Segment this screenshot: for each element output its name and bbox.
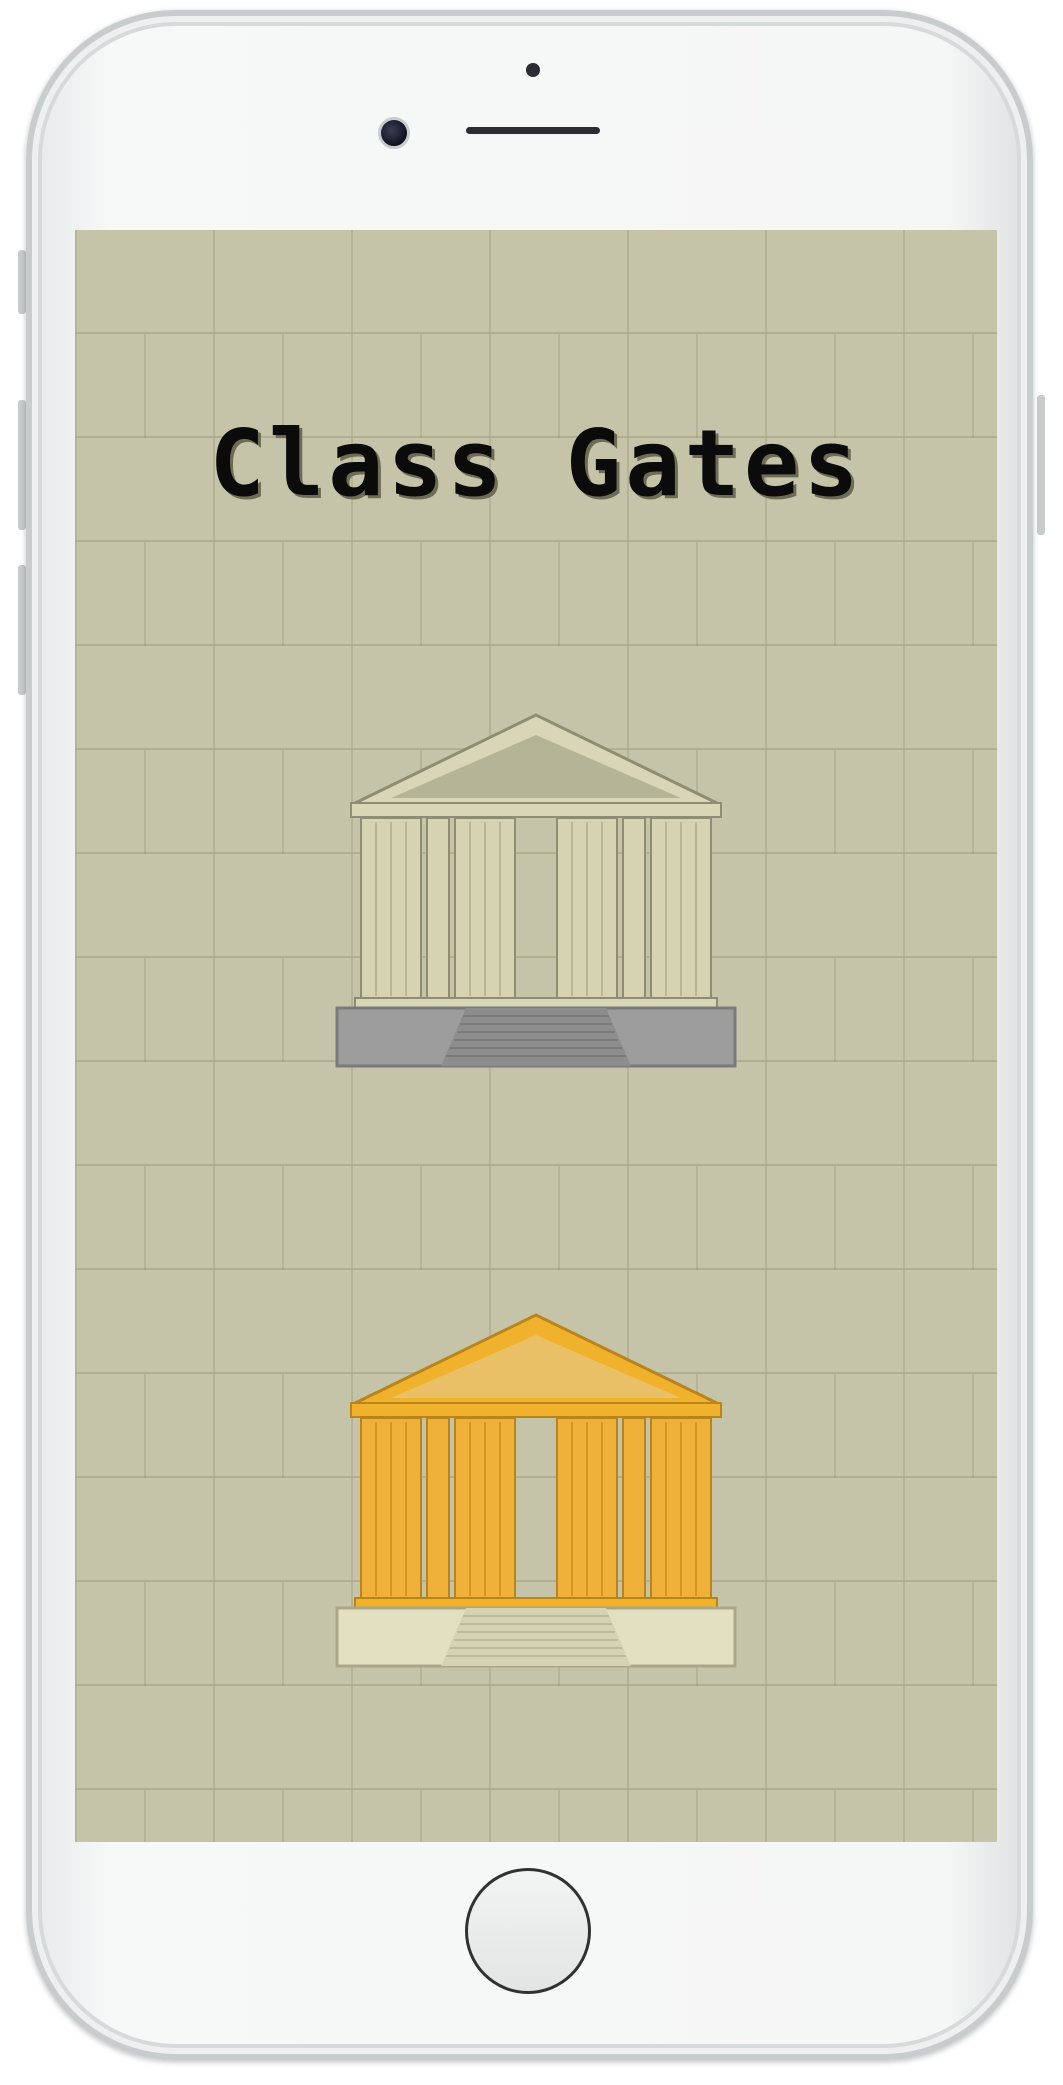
earpiece-speaker [466,127,600,134]
home-button[interactable] [465,1868,591,1994]
volume-down-button [18,565,26,695]
brick-row [75,542,997,646]
app-screen: Class Gates [75,230,997,1842]
gold-gate-button[interactable] [331,1310,741,1670]
front-camera-icon [378,117,410,149]
gray-gate-button[interactable] [331,710,741,1070]
gray-temple-icon [335,713,737,1068]
brick-row [75,1166,997,1270]
power-button [1037,395,1045,535]
gold-temple-icon [335,1313,737,1668]
brick-row [75,1790,997,1842]
phone-mockup: Class Gates [0,0,1063,2085]
page-title: Class Gates [209,410,863,517]
volume-up-button [18,400,26,530]
proximity-sensor [526,63,540,77]
mute-switch [18,250,26,314]
